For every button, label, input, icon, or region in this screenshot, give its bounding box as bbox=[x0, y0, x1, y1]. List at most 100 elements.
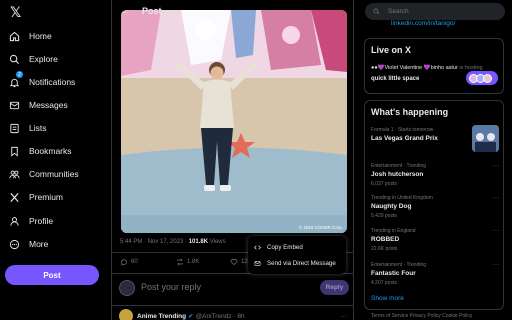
trend-meta: Entertainment · Trending bbox=[371, 163, 427, 169]
nav-label-communities: Communities bbox=[29, 169, 79, 179]
menu-item-label: Send via Direct Message bbox=[267, 259, 336, 267]
more-options-icon[interactable]: ··· bbox=[493, 163, 499, 169]
nav-label-explore: Explore bbox=[29, 54, 58, 64]
show-more-link[interactable]: Show more bbox=[371, 295, 404, 302]
person-icon bbox=[10, 216, 19, 226]
trend-item[interactable]: Formula 1 · Starts tomorrow Las Vegas Gr… bbox=[371, 125, 499, 152]
avatar bbox=[483, 73, 492, 83]
post-media-image[interactable]: © 2016 COVER Corp. bbox=[121, 10, 347, 233]
next-tweet-header[interactable]: Anime Trending ✔ @AniTrendz · 8h ··· bbox=[119, 309, 349, 320]
views-count: 101.8K bbox=[188, 239, 209, 245]
nav-label-messages: Messages bbox=[29, 100, 68, 110]
avatar[interactable] bbox=[119, 309, 133, 320]
host-name-a: Violet Valentine bbox=[384, 65, 423, 71]
bell-icon bbox=[9, 78, 20, 87]
trend-name: Naughty Dog bbox=[371, 203, 412, 210]
home-icon bbox=[9, 31, 20, 41]
nav-label-home: Home bbox=[29, 31, 52, 41]
nav-label-profile: Profile bbox=[29, 216, 54, 226]
nav-item-home[interactable]: Home bbox=[9, 28, 52, 44]
nav-label-premium: Premium bbox=[29, 192, 64, 202]
nav-item-communities[interactable]: Communities bbox=[9, 166, 79, 182]
nav-item-premium[interactable]: Premium bbox=[9, 189, 63, 205]
reply-input[interactable]: Post your reply bbox=[141, 282, 201, 292]
search-input[interactable]: Search bbox=[388, 8, 409, 15]
trend-posts: 4,207 posts bbox=[371, 280, 397, 286]
x-logo-icon[interactable]: 𝕏 bbox=[10, 5, 21, 21]
left-navigation: 𝕏 Home Explore 2 Notifications Messages … bbox=[0, 0, 111, 320]
media-illustration bbox=[121, 10, 347, 233]
trend-meta: Entertainment · Trending bbox=[371, 262, 427, 268]
space-title[interactable]: quick little space bbox=[371, 76, 419, 82]
reply-count: 60 bbox=[131, 259, 138, 265]
more-options-icon[interactable]: ··· bbox=[493, 262, 499, 268]
repost-count: 1.8K bbox=[187, 259, 200, 265]
repost-icon bbox=[177, 258, 183, 266]
verified-badge-icon: ✔ bbox=[188, 313, 194, 320]
post-timestamp: 5:44 PM · Nov 17, 2023 · 101.8K Views bbox=[120, 239, 226, 245]
avatar[interactable] bbox=[119, 280, 135, 296]
right-sidebar: Search linkedin.com/in/tanigo/ Live on X… bbox=[355, 0, 512, 320]
reply-composer: Post your reply Reply bbox=[119, 278, 349, 298]
divider bbox=[112, 305, 353, 306]
nav-item-messages[interactable]: Messages bbox=[9, 97, 68, 113]
footer-links[interactable]: Terms of Service Privacy Policy Cookie P… bbox=[371, 313, 472, 319]
trend-name: Josh hutcherson bbox=[371, 171, 424, 178]
trend-meta: Trending in United Kingdom bbox=[371, 195, 433, 201]
trend-item[interactable]: Trending in United Kingdom Naughty Dog 5… bbox=[371, 195, 499, 219]
trend-posts: 5,429 posts bbox=[371, 213, 397, 219]
host-name-b: binho astur bbox=[430, 65, 458, 71]
trend-name: Fantastic Four bbox=[371, 270, 416, 277]
mail-icon bbox=[254, 260, 261, 266]
x-logo-icon bbox=[10, 192, 19, 202]
trend-name: ROBBED bbox=[371, 236, 400, 243]
live-on-x-card: Live on X ●●💜Violet Valentine 💜binho ast… bbox=[364, 38, 504, 94]
nav-label-bookmarks: Bookmarks bbox=[29, 146, 72, 156]
nav-item-more[interactable]: More bbox=[9, 236, 48, 252]
trend-thumbnail bbox=[472, 125, 499, 152]
bookmark-icon bbox=[11, 146, 18, 157]
mail-icon bbox=[9, 101, 20, 109]
menu-item-send-dm[interactable]: Send via Direct Message bbox=[254, 255, 336, 271]
profile-link[interactable]: linkedin.com/in/tanigo/ bbox=[391, 20, 455, 27]
trend-item[interactable]: Trending in England ROBBED 22.6K posts ·… bbox=[371, 228, 499, 252]
trend-posts: 6,037 posts bbox=[371, 181, 397, 187]
nav-label-lists: Lists bbox=[29, 123, 47, 133]
nav-item-profile[interactable]: Profile bbox=[9, 213, 53, 229]
trend-item[interactable]: Entertainment · Trending Fantastic Four … bbox=[371, 262, 499, 286]
search-icon bbox=[373, 8, 380, 15]
reply-button[interactable]: Reply bbox=[320, 280, 349, 295]
more-options-icon[interactable]: ··· bbox=[493, 228, 499, 234]
back-arrow-icon[interactable]: ← bbox=[120, 6, 130, 17]
code-icon bbox=[254, 245, 261, 249]
media-copyright: © 2016 COVER Corp. bbox=[298, 225, 343, 230]
whats-happening-card: What's happening Formula 1 · Starts tomo… bbox=[364, 100, 504, 310]
nav-label-more: More bbox=[29, 239, 49, 249]
nav-item-lists[interactable]: Lists bbox=[9, 120, 46, 136]
trend-posts: 22.6K posts bbox=[371, 246, 398, 252]
nav-item-notifications[interactable]: 2 Notifications bbox=[9, 71, 76, 90]
repost-action[interactable]: 1.8K bbox=[176, 258, 199, 266]
author-handle: @AniTrendz · 8h bbox=[195, 312, 245, 320]
space-listeners[interactable] bbox=[466, 71, 498, 85]
page-title: Post bbox=[142, 6, 162, 16]
timestamp-text[interactable]: 5:44 PM · Nov 17, 2023 · bbox=[120, 239, 189, 245]
menu-item-copy-embed[interactable]: Copy Embed bbox=[254, 239, 303, 255]
trend-item[interactable]: Entertainment · Trending Josh hutcherson… bbox=[371, 163, 499, 187]
whats-happening-title: What's happening bbox=[371, 107, 449, 117]
notification-badge: 2 bbox=[16, 71, 23, 78]
reply-action[interactable]: 60 bbox=[120, 258, 138, 266]
author-name[interactable]: Anime Trending bbox=[137, 313, 186, 320]
menu-item-label: Copy Embed bbox=[267, 243, 303, 251]
nav-label-notifications: Notifications bbox=[29, 77, 76, 87]
nav-item-explore[interactable]: Explore bbox=[9, 51, 58, 67]
live-title: Live on X bbox=[371, 45, 412, 55]
more-options-icon[interactable]: ··· bbox=[493, 195, 499, 201]
nav-item-bookmarks[interactable]: Bookmarks bbox=[9, 143, 72, 159]
live-hosts: ●●💜Violet Valentine 💜binho astur is host… bbox=[371, 65, 483, 71]
post-button[interactable]: Post bbox=[5, 265, 99, 285]
post-header: ← Post bbox=[112, 0, 353, 22]
list-icon bbox=[10, 123, 19, 133]
search-bar[interactable]: Search bbox=[365, 3, 505, 20]
more-options-icon[interactable]: ··· bbox=[341, 313, 348, 320]
